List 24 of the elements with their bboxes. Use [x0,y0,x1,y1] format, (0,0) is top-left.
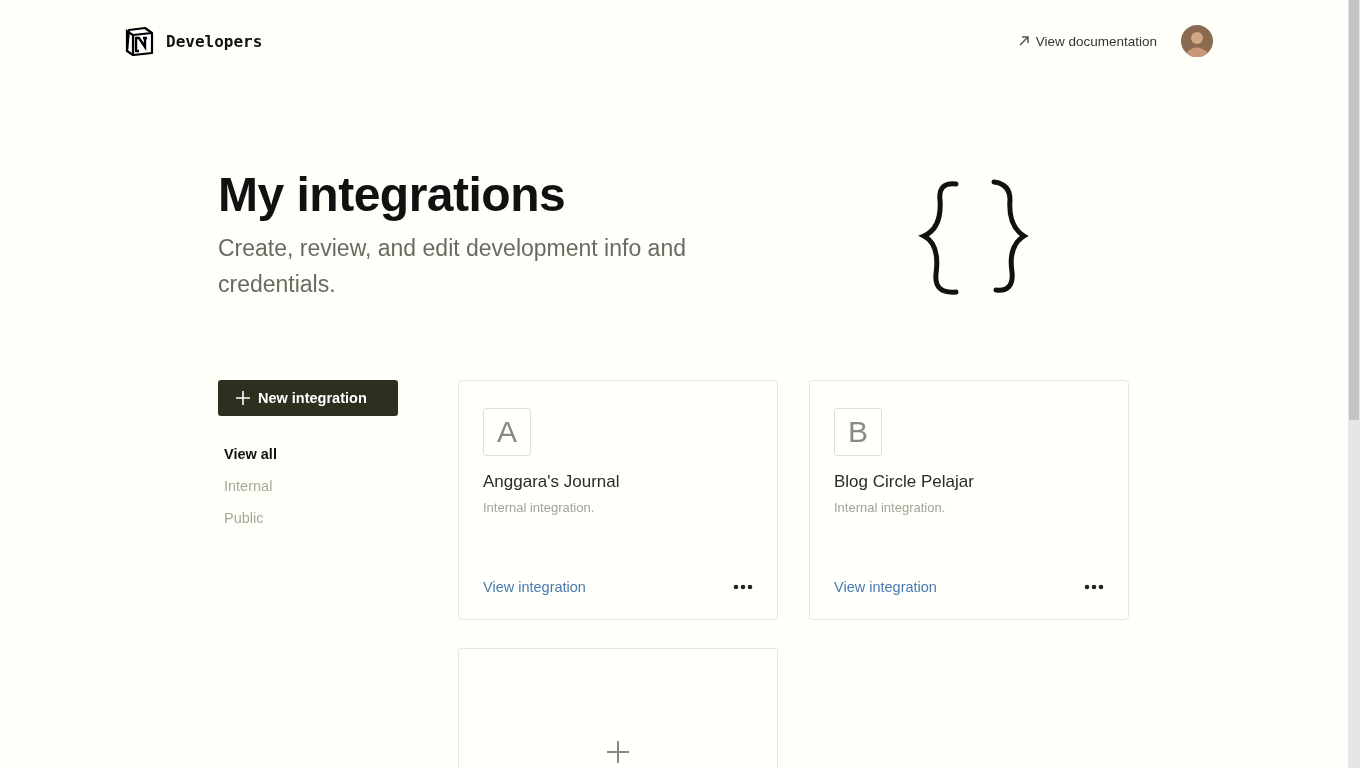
plus-icon [607,741,629,763]
integration-initial: A [483,408,531,456]
integration-name: Blog Circle Pelajar [834,472,974,492]
scrollbar[interactable] [1348,0,1360,768]
filter-link[interactable]: Internal [224,476,273,496]
filter-link[interactable]: Public [224,508,264,528]
filter-link[interactable]: View all [224,444,277,464]
view-integration-link[interactable]: View integration [834,579,937,595]
avatar[interactable] [1181,25,1213,57]
new-integration-button[interactable]: New integration [218,380,398,416]
page-subtitle: Create, review, and edit development info and credentials. [218,234,687,299]
more-icon[interactable] [733,584,753,590]
brand-name: Developers [166,31,263,51]
plus-icon [236,391,250,405]
integration-description: Internal integration. [483,500,595,515]
view-integration-link[interactable]: View integration [483,579,586,595]
more-icon[interactable] [1084,584,1104,590]
documentation-link[interactable]: View documentation [1017,33,1157,49]
page-title: My integrations [218,167,567,223]
logo-icon[interactable] [124,26,154,56]
integration-name: Anggara's Journal [483,472,620,492]
arrow-icon [1017,35,1030,47]
integration-description: Internal integration. [834,500,946,515]
integration-initial: B [834,408,882,456]
